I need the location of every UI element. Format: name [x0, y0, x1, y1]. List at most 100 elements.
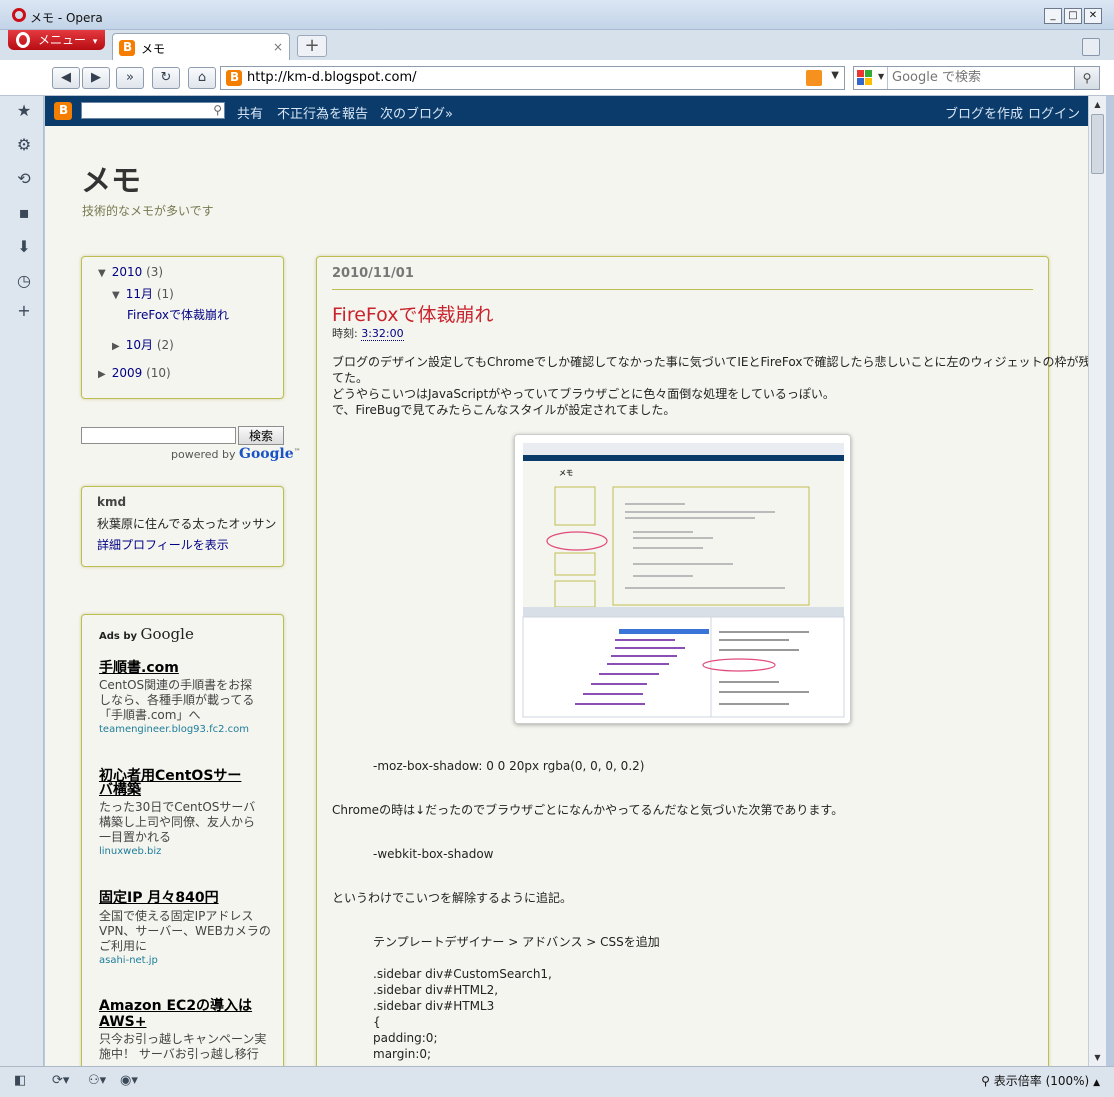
reload-button[interactable]: ↻ — [152, 67, 180, 89]
collapse-icon[interactable]: ▼ — [98, 268, 106, 279]
ad-title[interactable]: Amazon EC2の導入は — [99, 999, 252, 1014]
address-bar[interactable]: ▼ — [220, 66, 845, 90]
widgets-icon[interactable]: ⚙ — [15, 136, 33, 154]
collapse-icon[interactable]: ▼ — [112, 290, 120, 301]
ad-url[interactable]: linuxweb.biz — [99, 846, 161, 857]
expand-icon[interactable]: ▶ — [112, 341, 120, 352]
blogger-favicon-icon — [226, 70, 242, 86]
vertical-scrollbar[interactable]: ▲ ▼ — [1088, 96, 1106, 1066]
powered-by-google: powered by Google™ — [171, 446, 301, 462]
archive-month-10[interactable]: ▶ 10月 (2) — [112, 336, 174, 353]
code-line: -moz-box-shadow: 0 0 20px rgba(0, 0, 0, … — [373, 759, 645, 773]
archive-month-11[interactable]: ▼ 11月 (1) — [112, 285, 174, 302]
minimize-button[interactable]: _ — [1044, 8, 1062, 24]
custom-search-input[interactable] — [81, 427, 236, 444]
ad-title[interactable]: 固定IP 月々840円 — [99, 891, 219, 906]
ads-header[interactable]: Ads by Google — [99, 625, 194, 643]
ad-body: 施中！ サーバお引っ越し移行 — [99, 1047, 259, 1061]
search-icon[interactable]: ⚲ — [213, 103, 222, 117]
ad-url[interactable]: teamengineer.blog93.fc2.com — [99, 724, 249, 735]
custom-search-button[interactable]: 検索 — [238, 426, 284, 445]
trash-icon[interactable] — [1082, 38, 1100, 56]
create-blog-link[interactable]: ブログを作成 — [945, 103, 1023, 122]
scroll-down-icon[interactable]: ▼ — [1089, 1049, 1106, 1066]
ad-body: 構築し上司や同僚、友人から — [99, 815, 256, 829]
ad-body: たった30日でCentOSサーバ — [99, 800, 256, 814]
fast-forward-button[interactable]: » — [116, 67, 144, 89]
notes-icon[interactable]: ▪ — [15, 204, 33, 222]
post-paragraph: ブログのデザイン設定してもChromeでしか確認してなかった事に気づいてIEとF… — [332, 355, 1088, 369]
svg-text:メモ: メモ — [559, 469, 573, 477]
back-button[interactable]: ◀ — [52, 67, 80, 89]
opera-menu-button[interactable]: メニュー ▾ — [8, 30, 105, 50]
post-permalink[interactable]: 3:32:00 — [361, 327, 404, 341]
view-options-icon[interactable]: ◉▾ — [120, 1072, 138, 1090]
post-paragraph: というわけでこいつを解除するように追記。 — [332, 891, 573, 905]
blogger-logo-icon[interactable] — [54, 102, 72, 120]
maximize-button[interactable]: □ — [1064, 8, 1082, 24]
ad-body: ご利用に — [99, 939, 148, 953]
opera-logo-icon — [12, 8, 26, 22]
home-button[interactable]: ⌂ — [188, 67, 216, 89]
tab-bar: メニュー ▾ メモ × + — [0, 30, 1114, 60]
code-line: .sidebar div#HTML3 — [373, 999, 495, 1013]
post-timestamp: 時刻: 3:32:00 — [332, 327, 404, 341]
ad-body: VPN、サーバー、WEBカメラの — [99, 924, 271, 938]
ad-title[interactable]: AWS+ — [99, 1015, 146, 1030]
ad-url[interactable]: asahi-net.jp — [99, 955, 158, 966]
add-panel-icon[interactable]: + — [15, 302, 33, 320]
menu-label: メニュー — [38, 33, 87, 47]
post-date: 2010/11/01 — [332, 266, 414, 281]
bookmarks-icon[interactable]: ★ — [15, 102, 33, 120]
forward-button[interactable]: ▶ — [82, 67, 110, 89]
page-viewport: ⚲ 共有 不正行為を報告 次のブログ» ブログを作成 ログイン メモ 技術的なメ… — [45, 96, 1088, 1066]
scroll-thumb[interactable] — [1091, 114, 1104, 174]
new-tab-button[interactable]: + — [297, 35, 327, 57]
code-line: テンプレートデザイナー > アドバンス > CSSを追加 — [373, 935, 660, 949]
url-input[interactable] — [247, 70, 807, 85]
navigation-bar: ◀ ▶ » ↻ ⌂ ▼ ▼ ⚲ — [0, 60, 1114, 96]
google-search-engine-icon[interactable] — [857, 70, 873, 86]
search-input[interactable] — [892, 70, 1072, 85]
screenshot-image[interactable]: メモ — [514, 434, 851, 724]
unite-icon[interactable]: ⟲ — [15, 170, 33, 188]
close-window-button[interactable]: ✕ — [1084, 8, 1102, 24]
search-go-icon[interactable]: ⚲ — [1074, 67, 1099, 89]
post-paragraph: で、FireBugで見てみたらこんなスタイルが設定されてました。 — [332, 403, 676, 417]
rss-feed-icon[interactable] — [806, 70, 822, 86]
tab-label: メモ — [141, 42, 166, 56]
archive-widget: ▼ 2010 (3) ▼ 11月 (1) FireFoxで体裁崩れ ▶ 10月 (2)… — [81, 256, 284, 399]
unite-status-icon[interactable]: ⚇▾ — [88, 1072, 106, 1090]
archive-post-link[interactable]: FireFoxで体裁崩れ — [127, 306, 229, 323]
report-abuse-link[interactable]: 不正行為を報告 — [277, 103, 368, 122]
post-paragraph: てた。 — [332, 371, 369, 385]
ad-title[interactable]: 手順書.com — [99, 661, 179, 676]
ad-title[interactable]: バ構築 — [99, 783, 141, 798]
downloads-icon[interactable]: ⬇ — [15, 238, 33, 256]
code-line: .sidebar div#CustomSearch1, — [373, 967, 552, 981]
post-title[interactable]: FireFoxで体裁崩れ — [332, 300, 493, 327]
ad-body: CentOS関連の手順書をお探 — [99, 678, 253, 692]
expand-icon[interactable]: ▶ — [98, 369, 106, 380]
archive-year-2009[interactable]: ▶ 2009 (10) — [98, 366, 171, 380]
scroll-up-icon[interactable]: ▲ — [1089, 96, 1106, 113]
blogger-search-input[interactable]: ⚲ — [81, 102, 225, 119]
history-icon[interactable]: ◷ — [15, 272, 33, 290]
login-link[interactable]: ログイン — [1028, 103, 1080, 122]
zoom-control[interactable]: ⚲ 表示倍率 (100%) ▲ — [981, 1072, 1100, 1089]
address-dropdown-icon[interactable]: ▼ — [831, 70, 839, 81]
tab-close-icon[interactable]: × — [273, 40, 283, 54]
blog-title[interactable]: メモ — [81, 156, 141, 200]
profile-link[interactable]: 詳細プロフィールを表示 — [97, 536, 229, 553]
ad-body: 一目置かれる — [99, 830, 172, 844]
code-line: { — [373, 1015, 381, 1029]
tab-memo[interactable]: メモ × — [112, 33, 290, 60]
search-box[interactable]: ▼ ⚲ — [853, 66, 1100, 90]
archive-year-2010[interactable]: ▼ 2010 (3) — [98, 265, 163, 279]
panel-toggle-icon[interactable]: ◧ — [14, 1072, 26, 1090]
next-blog-link[interactable]: 次のブログ» — [380, 103, 453, 122]
share-link[interactable]: 共有 — [237, 103, 263, 122]
ads-widget: Ads by Google 手順書.com CentOS関連の手順書をお探 しな… — [81, 614, 284, 1066]
ad-body: 「手順書.com」へ — [99, 708, 201, 722]
turbo-icon[interactable]: ⟳▾ — [52, 1072, 69, 1090]
